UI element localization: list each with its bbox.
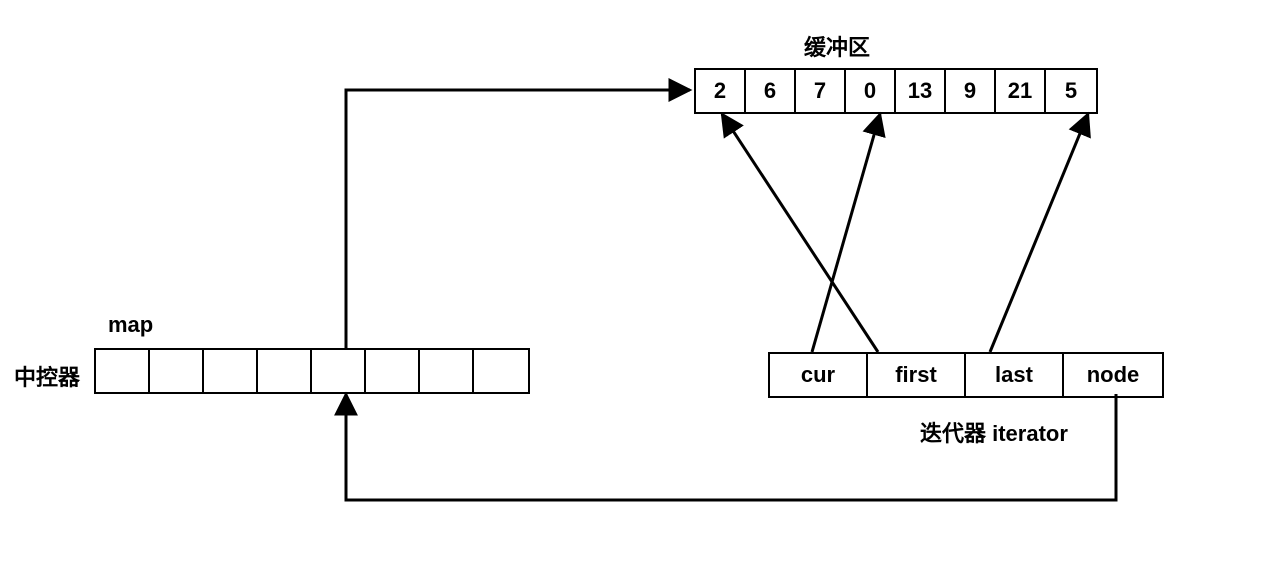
buffer-cell: 13 [896, 70, 946, 112]
map-cell [204, 350, 258, 392]
arrow-map-to-buffer [346, 90, 690, 348]
buffer-cell: 0 [846, 70, 896, 112]
buffer-cell: 2 [696, 70, 746, 112]
arrow-first [722, 114, 878, 352]
map-cell [312, 350, 366, 392]
arrow-cur [812, 114, 880, 352]
map-cell [420, 350, 474, 392]
buffer-cell: 6 [746, 70, 796, 112]
map-cell [366, 350, 420, 392]
iterator-field-node: node [1064, 354, 1162, 396]
buffer-cell: 7 [796, 70, 846, 112]
arrow-last [990, 114, 1088, 352]
buffer-cell: 21 [996, 70, 1046, 112]
buffer-title: 缓冲区 [804, 30, 870, 62]
map-array [94, 348, 530, 394]
diagram-stage: 缓冲区 2670139215 map 中控器 curfirstlastnode … [0, 0, 1284, 573]
controller-label: 中控器 [14, 360, 80, 392]
map-cell [150, 350, 204, 392]
iterator-struct: curfirstlastnode [768, 352, 1164, 398]
map-title: map [108, 312, 153, 338]
map-cell [96, 350, 150, 392]
map-cell [258, 350, 312, 392]
map-cell [474, 350, 528, 392]
iterator-field-last: last [966, 354, 1064, 396]
iterator-title: 迭代器 iterator [920, 416, 1068, 448]
iterator-field-first: first [868, 354, 966, 396]
buffer-cell: 5 [1046, 70, 1096, 112]
iterator-field-cur: cur [770, 354, 868, 396]
buffer-array: 2670139215 [694, 68, 1098, 114]
buffer-cell: 9 [946, 70, 996, 112]
